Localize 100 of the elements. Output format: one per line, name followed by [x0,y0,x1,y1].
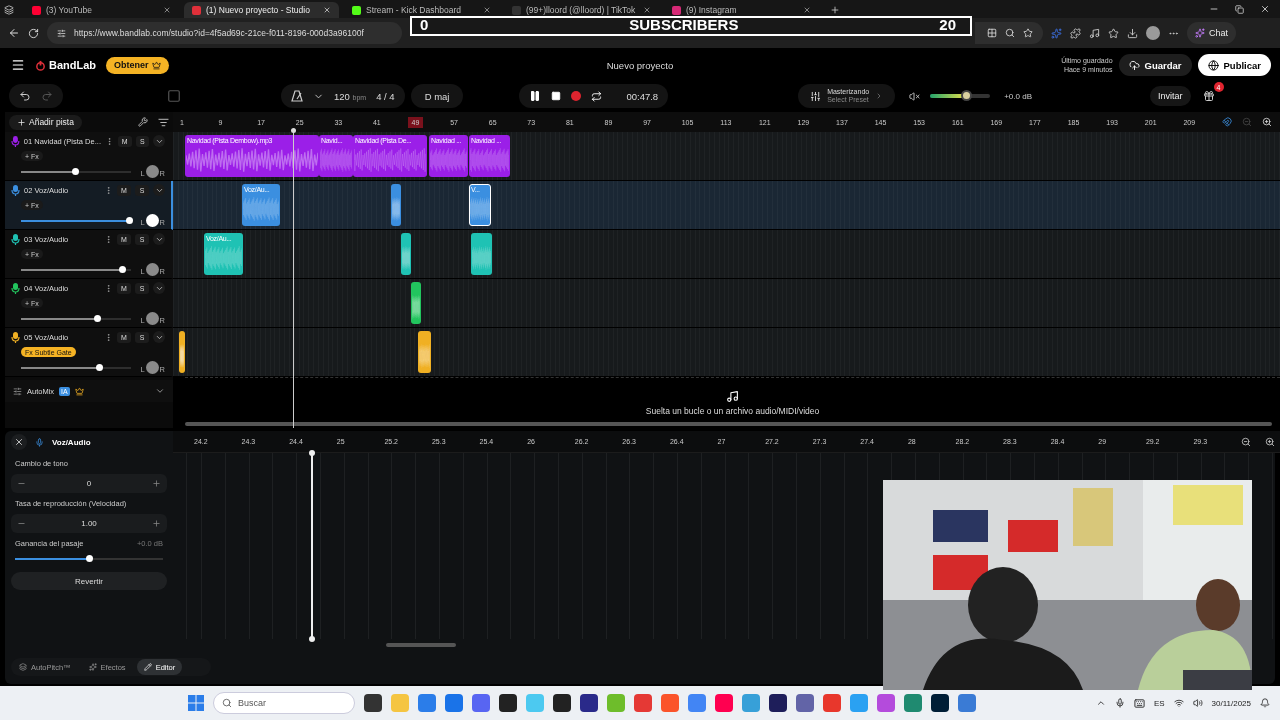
volume-slider[interactable] [21,366,131,369]
crown-icon [74,386,84,396]
back-icon[interactable] [8,27,20,39]
plus-icon[interactable] [152,479,161,488]
more-icon[interactable] [104,185,113,195]
close-icon[interactable] [1260,4,1270,14]
pitch-stepper[interactable]: 0 [11,474,167,493]
scrollbar[interactable] [386,643,456,647]
redo-icon[interactable] [41,90,53,102]
browser-tab[interactable]: (1) Nuevo proyecto - Studio [184,2,339,18]
chat-button[interactable]: Chat [1187,22,1236,44]
close-icon[interactable] [643,6,651,14]
chevron-icon[interactable] [153,184,165,196]
loop-icon[interactable] [591,90,603,102]
more-icon[interactable] [104,332,113,342]
app-icon[interactable] [580,694,598,712]
zoom-in-icon[interactable] [1265,436,1276,447]
puzzle-icon[interactable] [1070,27,1081,39]
browser-tab[interactable]: (9) Instagram [664,2,819,18]
volume-slider[interactable] [21,170,131,173]
favicon-icon [192,5,201,15]
audio-clip[interactable] [179,331,185,373]
browser-tab[interactable]: (3) YouTube [24,2,179,18]
app-icon[interactable] [769,694,787,712]
avatar-icon[interactable] [1146,26,1160,40]
zoom-icon[interactable] [1005,28,1015,38]
pause-icon[interactable] [529,90,542,102]
time-display[interactable]: 00:47.8 [612,90,659,102]
audio-clip[interactable] [418,331,431,373]
search-field[interactable]: Buscar [213,692,355,714]
gift-icon[interactable] [1202,90,1215,102]
audio-clip[interactable] [411,282,421,324]
volume-icon[interactable] [1192,698,1203,708]
rate-stepper[interactable]: 1.00 [11,514,167,533]
notification-icon[interactable] [1260,698,1270,708]
app-icon[interactable] [364,694,382,712]
close-icon[interactable] [483,6,491,14]
chevron-icon[interactable] [153,331,165,343]
keyboard-icon[interactable] [1133,697,1145,709]
chevron-icon[interactable] [153,233,165,245]
menu-icon[interactable] [11,58,25,72]
upgrade-button[interactable]: Obtener [106,56,169,74]
app-icon[interactable] [499,694,517,712]
brand-logo[interactable]: BandLab [35,59,97,71]
microphone-icon[interactable] [1114,698,1125,708]
browser-tab[interactable]: (99+)lloord (@lloord) | TikTok [504,2,659,18]
chevron-icon[interactable] [153,282,165,294]
wrench-icon[interactable] [138,117,148,127]
date-label[interactable]: 30/11/2025 [1211,698,1251,708]
address-field[interactable]: https://www.bandlab.com/studio?id=4f5ad69c-21ce-f011-8196-000d3a96100f [47,22,402,44]
download-icon[interactable] [1127,27,1138,39]
metronome-icon[interactable] [291,90,303,102]
browser-tab[interactable]: Stream - Kick Dashboard [344,2,499,18]
audio-clip[interactable] [391,184,401,226]
record-icon[interactable] [571,91,582,101]
more-icon[interactable] [104,283,113,293]
apps-icon[interactable] [987,28,997,38]
add-track-button[interactable]: Añadir pista [9,114,82,130]
publish-button[interactable]: Publicar [1197,54,1271,76]
chevron-icon[interactable] [155,386,165,396]
bookmark-icon[interactable] [1023,28,1033,38]
new-tab-icon[interactable] [830,5,840,15]
volume-slider[interactable] [21,219,131,222]
key-button[interactable]: D maj [410,84,464,108]
network-icon[interactable] [1173,698,1184,708]
language-indicator[interactable]: ES [1153,698,1165,708]
invite-button[interactable]: Invitar [1150,86,1191,106]
chevron-icon[interactable] [153,135,165,147]
volume-slider[interactable] [21,317,131,320]
plus-icon [17,117,26,127]
more-icon[interactable] [104,234,113,244]
mute-icon[interactable] [909,90,921,102]
zoom-out-icon[interactable] [1241,436,1252,447]
app-icon[interactable] [931,694,949,712]
plus-icon[interactable] [152,519,161,528]
stop-icon[interactable] [551,91,562,101]
undo-icon[interactable] [19,90,31,102]
tab-actions-icon[interactable] [4,5,14,15]
zoom-in-icon[interactable] [1262,117,1273,127]
save-button[interactable]: Guardar [1118,54,1192,76]
audio-clip[interactable] [471,233,492,275]
pan-knob[interactable] [145,214,159,227]
close-icon[interactable] [803,6,811,14]
volume-slider[interactable] [21,268,131,271]
extension-icon[interactable] [1051,27,1062,39]
revert-button[interactable]: Revertir [11,572,167,590]
filter-icon[interactable] [158,116,169,128]
time-signature-button[interactable]: 4 / 4 [376,90,395,102]
favorites-icon[interactable] [1108,27,1119,39]
music-icon[interactable] [1089,27,1100,39]
restore-icon[interactable] [1235,4,1244,14]
reload-icon[interactable] [28,27,39,39]
scrollbar[interactable] [185,422,1273,426]
audio-clip[interactable] [401,233,411,275]
chevron-icon[interactable] [1095,698,1106,708]
app-icon[interactable] [553,694,571,712]
site-info-icon[interactable] [57,28,66,38]
automix-icon [13,386,22,396]
close-icon[interactable] [163,6,171,14]
volume-thumb[interactable] [961,90,973,101]
